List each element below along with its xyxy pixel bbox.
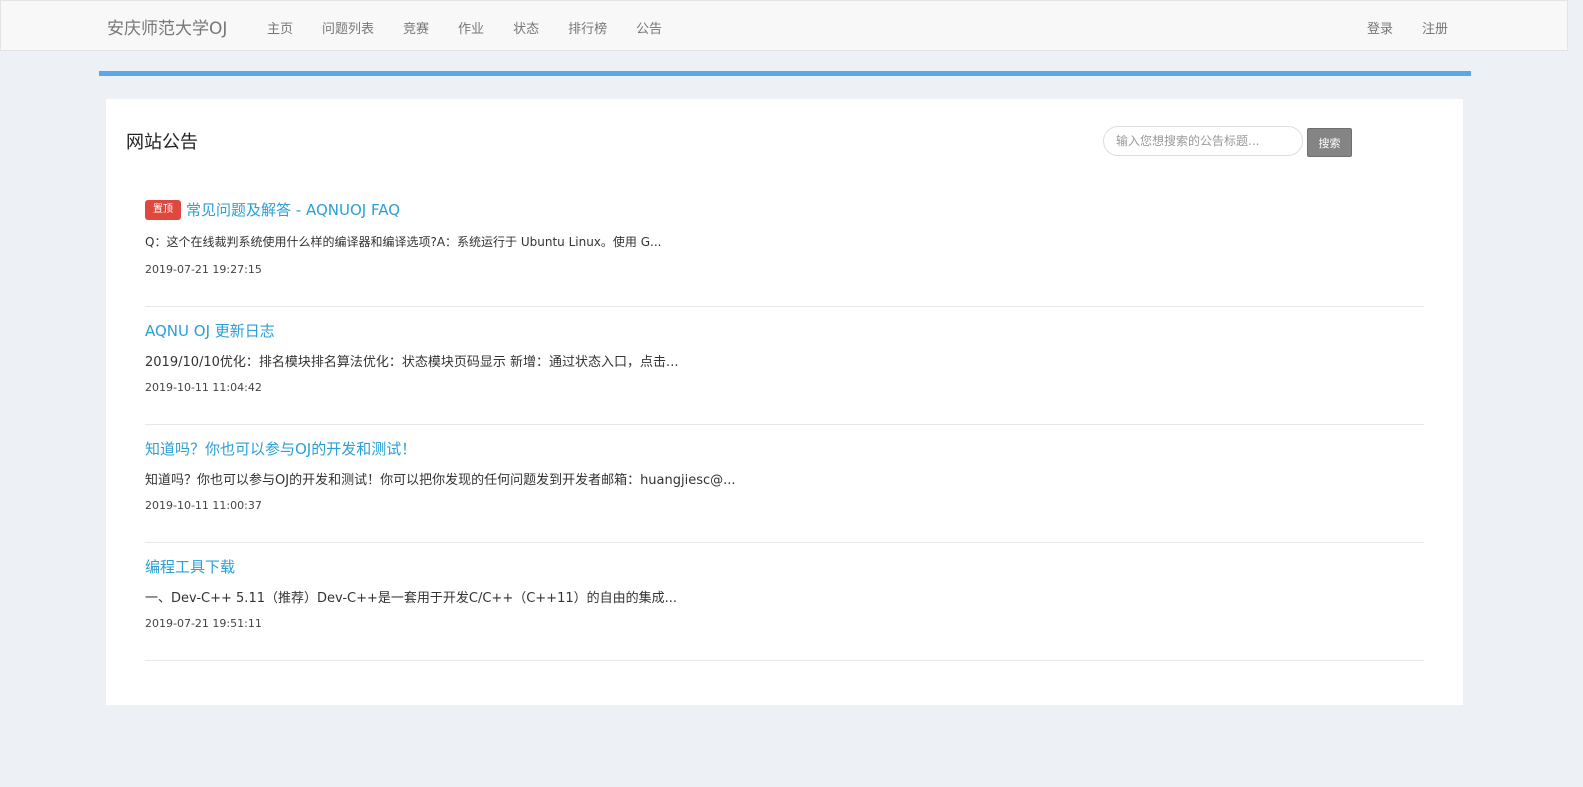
- notice-timestamp: 2019-07-21 19:27:15: [145, 263, 262, 276]
- list-item: 知道吗？你也可以参与OJ的开发和测试！ 知道吗？你也可以参与OJ的开发和测试！你…: [145, 425, 1424, 543]
- site-brand[interactable]: 安庆师范大学OJ: [107, 14, 227, 39]
- nav-home[interactable]: 主页: [267, 18, 293, 37]
- notice-title-row: AQNU OJ 更新日志: [145, 320, 275, 341]
- notice-summary: Q：这个在线裁判系统使用什么样的编译器和编译选项?A：系统运行于 Ubuntu …: [145, 235, 662, 249]
- main-nav: 主页 问题列表 竞赛 作业 状态 排行榜 公告: [267, 18, 691, 37]
- top-navbar: 安庆师范大学OJ 主页 问题列表 竞赛 作业 状态 排行榜 公告 登录 注册: [0, 0, 1568, 51]
- pinned-badge: 置顶: [145, 199, 181, 220]
- nav-announcement[interactable]: 公告: [636, 18, 662, 37]
- nav-contest[interactable]: 竞赛: [403, 18, 429, 37]
- register-link[interactable]: 注册: [1422, 18, 1448, 37]
- list-item: 编程工具下载 一、Dev-C++ 5.11（推荐）Dev-C++是一套用于开发C…: [145, 543, 1424, 661]
- notice-title-row: 编程工具下载: [145, 556, 235, 577]
- nav-problem-list[interactable]: 问题列表: [322, 18, 374, 37]
- notice-summary: 一、Dev-C++ 5.11（推荐）Dev-C++是一套用于开发C/C++（C+…: [145, 591, 678, 606]
- notice-summary: 知道吗？你也可以参与OJ的开发和测试！你可以把你发现的任何问题发到开发者邮箱：h…: [145, 473, 736, 488]
- nav-homework[interactable]: 作业: [458, 18, 484, 37]
- page-title: 网站公告: [126, 132, 198, 153]
- notice-title-link[interactable]: 知道吗？你也可以参与OJ的开发和测试！: [145, 438, 416, 459]
- notice-timestamp: 2019-07-21 19:51:11: [145, 617, 262, 630]
- notice-title-row: 知道吗？你也可以参与OJ的开发和测试！: [145, 438, 416, 459]
- notice-title-link[interactable]: 常见问题及解答 - AQNUOJ FAQ: [186, 199, 400, 220]
- announcement-panel: 网站公告 搜索 置顶 常见问题及解答 - AQNUOJ FAQ Q：这个在线裁判…: [106, 99, 1463, 705]
- notice-title-link[interactable]: 编程工具下载: [145, 556, 235, 577]
- nav-status[interactable]: 状态: [513, 18, 539, 37]
- auth-nav: 登录 注册: [1338, 18, 1448, 37]
- notice-list: 置顶 常见问题及解答 - AQNUOJ FAQ Q：这个在线裁判系统使用什么样的…: [145, 189, 1424, 661]
- page-progress-bar: [99, 71, 1471, 76]
- search-input[interactable]: [1103, 126, 1303, 156]
- search-button[interactable]: 搜索: [1307, 128, 1352, 157]
- list-item: AQNU OJ 更新日志 2019/10/10优化：排名模块排名算法优化：状态模…: [145, 307, 1424, 425]
- notice-title-row: 置顶 常见问题及解答 - AQNUOJ FAQ: [145, 199, 400, 220]
- notice-timestamp: 2019-10-11 11:04:42: [145, 381, 262, 394]
- notice-summary: 2019/10/10优化：排名模块排名算法优化：状态模块页码显示 新增：通过状态…: [145, 355, 679, 370]
- notice-timestamp: 2019-10-11 11:00:37: [145, 499, 262, 512]
- list-item: 置顶 常见问题及解答 - AQNUOJ FAQ Q：这个在线裁判系统使用什么样的…: [145, 189, 1424, 307]
- login-link[interactable]: 登录: [1367, 18, 1393, 37]
- notice-title-link[interactable]: AQNU OJ 更新日志: [145, 320, 275, 341]
- nav-ranking[interactable]: 排行榜: [568, 18, 607, 37]
